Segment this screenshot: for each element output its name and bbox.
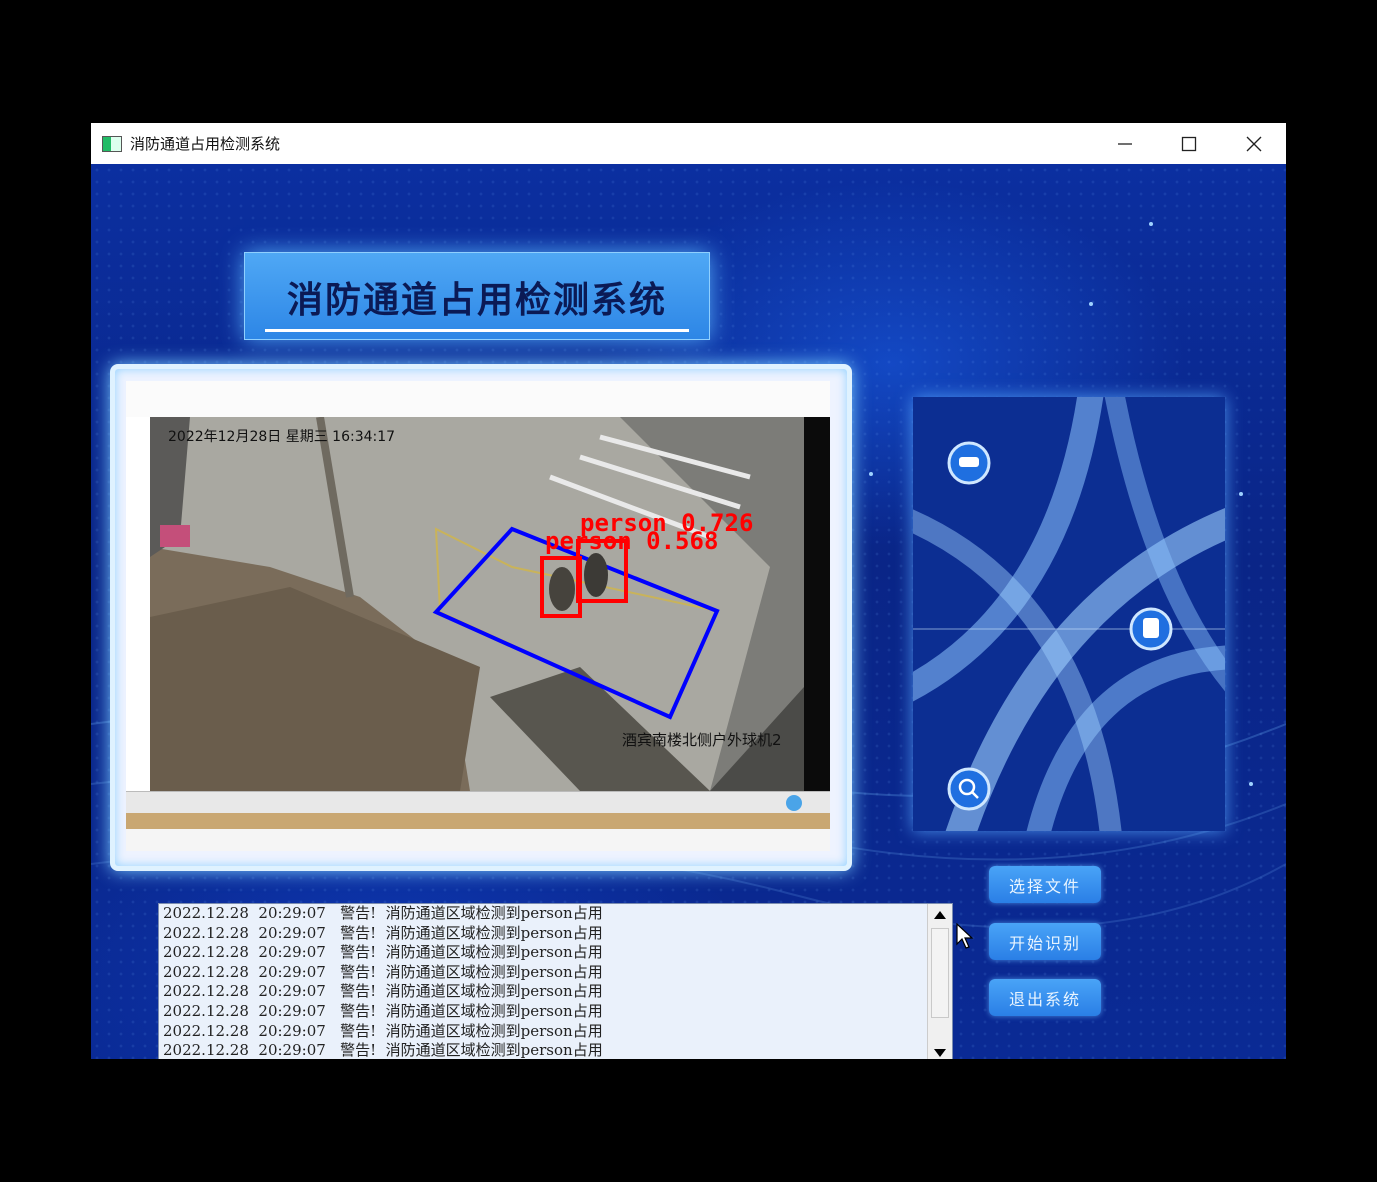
scroll-up-button[interactable] bbox=[928, 904, 952, 926]
video-frame: person 0.726 person 0.568 2022年12月28日 星期… bbox=[110, 364, 852, 871]
video-display: person 0.726 person 0.568 2022年12月28日 星期… bbox=[126, 381, 830, 851]
log-line: 2022.12.28 20:29:07 警告! 消防通道区域检测到person占… bbox=[163, 904, 603, 922]
arrow-down-icon bbox=[934, 1049, 946, 1057]
player-controls bbox=[126, 791, 830, 814]
highway-illustration bbox=[913, 397, 1225, 831]
desktop-taskbar bbox=[126, 813, 830, 829]
banner-underline bbox=[265, 329, 689, 332]
main-background: 消防通道占用检测系统 person 0.726 person 0.568 202… bbox=[91, 164, 1286, 1059]
player-right-margin bbox=[804, 417, 830, 791]
minimize-icon bbox=[1118, 142, 1132, 145]
log-line: 2022.12.28 20:29:07 警告! 消防通道区域检测到person占… bbox=[163, 1001, 603, 1020]
window-title: 消防通道占用检测系统 bbox=[130, 135, 281, 153]
maximize-icon bbox=[1181, 136, 1197, 151]
log-line: 2022.12.28 20:29:07 警告! 消防通道区域检测到person占… bbox=[163, 923, 603, 942]
camera-frame: person 0.726 person 0.568 2022年12月28日 星期… bbox=[150, 417, 804, 791]
title-banner: 消防通道占用检测系统 bbox=[244, 252, 710, 340]
decorative-city-image bbox=[913, 397, 1225, 831]
log-line: 2022.12.28 20:29:07 警告! 消防通道区域检测到person占… bbox=[163, 1041, 603, 1059]
exit-button[interactable]: 退出系统 bbox=[989, 979, 1101, 1016]
detection-label-2: person 0.568 bbox=[545, 527, 718, 555]
camera-label: 酒宾南楼北侧户外球机2 bbox=[622, 731, 782, 749]
select-file-button[interactable]: 选择文件 bbox=[989, 866, 1101, 903]
log-line: 2022.12.28 20:29:07 警告! 消防通道区域检测到person占… bbox=[163, 962, 603, 981]
scroll-down-button[interactable] bbox=[928, 1042, 952, 1059]
title-bar: 消防通道占用检测系统 bbox=[91, 123, 1286, 164]
maximize-button[interactable] bbox=[1157, 123, 1221, 164]
app-icon bbox=[102, 135, 122, 152]
arrow-up-icon bbox=[934, 911, 946, 919]
detection-log[interactable]: 2022.12.28 20:29:07 警告! 消防通道区域检测到person占… bbox=[158, 903, 953, 1059]
search-icon bbox=[947, 767, 991, 811]
log-lines: 2022.12.28 20:29:07 警告! 消防通道区域检测到person占… bbox=[159, 904, 952, 1059]
banner-title: 消防通道占用检测系统 bbox=[286, 280, 667, 321]
player-left-margin bbox=[126, 417, 150, 791]
log-line: 2022.12.28 20:29:07 警告! 消防通道区域检测到person占… bbox=[163, 1021, 603, 1040]
app-window: 消防通道占用检测系统 消防通道占用检测系统 person 0.726 perso… bbox=[91, 123, 1286, 1059]
mouse-cursor-icon bbox=[956, 923, 974, 949]
play-indicator-icon bbox=[786, 795, 802, 811]
camera-osd-datetime: 2022年12月28日 星期三 16:34:17 bbox=[168, 429, 395, 445]
log-scrollbar[interactable] bbox=[927, 904, 952, 1059]
scroll-thumb[interactable] bbox=[931, 928, 949, 1018]
log-line: 2022.12.28 20:29:07 警告! 消防通道区域检测到person占… bbox=[163, 943, 603, 962]
minimize-button[interactable] bbox=[1093, 123, 1157, 164]
log-line: 2022.12.28 20:29:07 警告! 消防通道区域检测到person占… bbox=[163, 982, 603, 1001]
close-icon bbox=[1246, 136, 1262, 151]
start-detect-button[interactable]: 开始识别 bbox=[989, 923, 1101, 960]
close-button[interactable] bbox=[1222, 123, 1286, 164]
player-titlebar bbox=[126, 381, 830, 418]
